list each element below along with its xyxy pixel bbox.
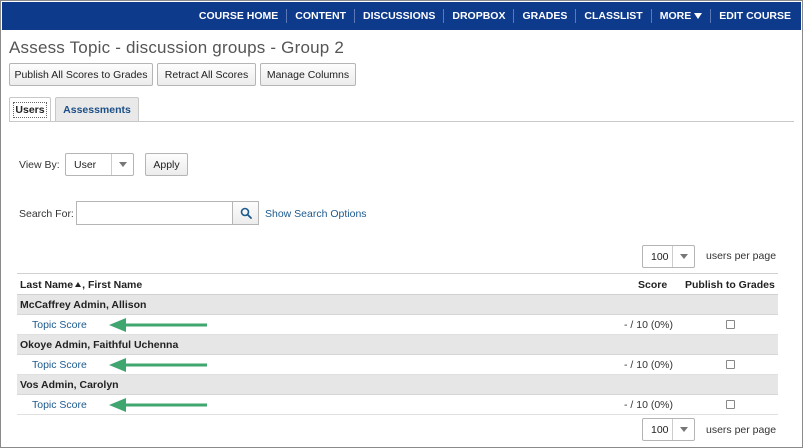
view-by-select[interactable]: User <box>65 153 134 176</box>
user-name: Okoye Admin, Faithful Uchenna <box>20 339 179 351</box>
table-group-row: Vos Admin, Carolyn <box>17 375 778 395</box>
search-label: Search For: <box>19 208 74 220</box>
search-button[interactable] <box>233 201 259 225</box>
col-header-name[interactable]: Last Name , First Name <box>20 279 142 291</box>
sort-asc-icon <box>75 282 82 287</box>
chevron-down-icon <box>111 154 133 175</box>
per-page-value: 100 <box>651 423 669 436</box>
page-title: Assess Topic - discussion groups - Group… <box>9 38 345 57</box>
nav-more-label: MORE <box>659 10 692 22</box>
show-search-options-link[interactable]: Show Search Options <box>265 208 367 220</box>
tab-users-label: Users <box>13 102 47 118</box>
per-page-value: 100 <box>651 250 669 263</box>
manage-columns-button[interactable]: Manage Columns <box>260 63 356 86</box>
table-row: Topic Score - / 10 (0%) <box>17 355 778 375</box>
topic-score-link[interactable]: Topic Score <box>32 399 87 411</box>
nav-content[interactable]: CONTENT <box>286 9 354 23</box>
publish-checkbox[interactable] <box>726 320 735 329</box>
view-by-label: View By: <box>19 159 60 171</box>
retract-all-scores-button[interactable]: Retract All Scores <box>157 63 256 86</box>
nav-classlist[interactable]: CLASSLIST <box>575 9 650 23</box>
col-header-publish: Publish to Grades <box>685 279 775 291</box>
chevron-down-icon <box>694 13 703 20</box>
apply-button[interactable]: Apply <box>145 153 188 176</box>
user-name: McCaffrey Admin, Allison <box>20 299 147 311</box>
publish-checkbox[interactable] <box>726 400 735 409</box>
publish-all-scores-button[interactable]: Publish All Scores to Grades <box>9 63 153 86</box>
nav-edit-course[interactable]: EDIT COURSE <box>710 9 799 23</box>
tab-assessments[interactable]: Assessments <box>55 97 139 122</box>
per-page-select-bottom[interactable]: 100 <box>642 418 695 441</box>
page-frame: COURSE HOME CONTENT DISCUSSIONS DROPBOX … <box>0 0 803 448</box>
table-header: Last Name , First Name Score Publish to G… <box>17 273 778 295</box>
user-name: Vos Admin, Carolyn <box>20 379 119 391</box>
annotation-arrow-icon <box>109 398 207 412</box>
col-header-score: Score <box>638 279 668 291</box>
view-by-value: User <box>74 158 97 171</box>
per-page-label: users per page <box>706 250 777 262</box>
score-value: - / 10 (0%) <box>624 399 674 411</box>
annotation-arrow-icon <box>109 318 207 332</box>
top-nav: COURSE HOME CONTENT DISCUSSIONS DROPBOX … <box>2 2 801 30</box>
nav-discussions[interactable]: DISCUSSIONS <box>354 9 443 23</box>
chevron-down-icon <box>672 246 694 267</box>
per-page-label: users per page <box>706 424 777 436</box>
col-header-lastname: Last Name <box>20 279 74 291</box>
publish-checkbox[interactable] <box>726 360 735 369</box>
score-value: - / 10 (0%) <box>624 359 674 371</box>
score-value: - / 10 (0%) <box>624 319 674 331</box>
nav-grades[interactable]: GRADES <box>513 9 575 23</box>
tab-assessments-label: Assessments <box>63 104 131 116</box>
nav-dropbox[interactable]: DROPBOX <box>443 9 513 23</box>
table-row: Topic Score - / 10 (0%) <box>17 315 778 335</box>
chevron-down-icon <box>672 419 694 440</box>
search-icon <box>240 207 252 219</box>
topic-score-link[interactable]: Topic Score <box>32 359 87 371</box>
table-row: Topic Score - / 10 (0%) <box>17 395 778 415</box>
search-input[interactable] <box>76 201 233 225</box>
topic-score-link[interactable]: Topic Score <box>32 319 87 331</box>
table-group-row: Okoye Admin, Faithful Uchenna <box>17 335 778 355</box>
tab-users[interactable]: Users <box>9 97 51 122</box>
nav-more[interactable]: MORE <box>650 9 711 23</box>
table-group-row: McCaffrey Admin, Allison <box>17 295 778 315</box>
col-header-firstname: , First Name <box>82 279 143 291</box>
annotation-arrow-icon <box>109 358 207 372</box>
per-page-select-top[interactable]: 100 <box>642 245 695 268</box>
users-table: Last Name , First Name Score Publish to G… <box>17 273 778 415</box>
nav-course-home[interactable]: COURSE HOME <box>191 9 286 23</box>
tabs-divider <box>9 121 794 122</box>
